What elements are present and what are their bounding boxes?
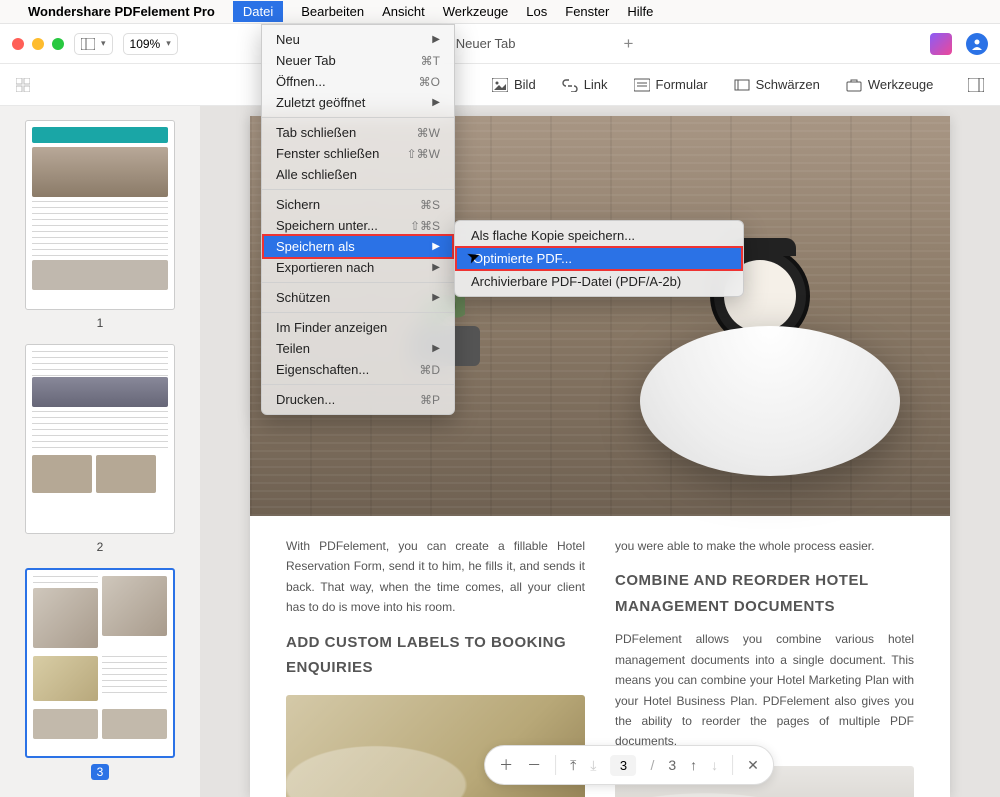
menu-zuletzt[interactable]: Zuletzt geöffnet▶ — [262, 92, 454, 113]
image-icon — [492, 78, 508, 92]
prev-page-button[interactable]: ↑ — [690, 757, 697, 773]
thumb-num-1: 1 — [97, 316, 104, 330]
add-tab-button[interactable]: + — [624, 34, 634, 54]
col1-heading: ADD CUSTOM LABELS TO BOOKING ENQUIRIES — [286, 630, 585, 681]
thumb-page-2 — [25, 344, 175, 534]
menu-tab-schliessen[interactable]: Tab schließen⌘W — [262, 122, 454, 143]
page-total: 3 — [668, 757, 676, 773]
chevron-down-icon: ▾ — [166, 38, 171, 49]
menu-werkzeuge[interactable]: Werkzeuge — [443, 4, 509, 19]
menu-exportieren[interactable]: Exportieren nach▶ — [262, 257, 454, 278]
tab-label: Neuer Tab — [456, 36, 516, 51]
grid-icon — [16, 78, 30, 92]
thumb-num-3: 3 — [91, 764, 110, 780]
menu-bearbeiten[interactable]: Bearbeiten — [301, 4, 364, 19]
tab-strip: Neuer Tab + — [448, 34, 920, 54]
thumb-2[interactable]: 2 — [25, 344, 175, 554]
page-input[interactable] — [610, 755, 636, 776]
file-menu-dropdown: Neu▶ Neuer Tab⌘T Öffnen...⌘O Zuletzt geö… — [261, 24, 455, 415]
page-sep: / — [650, 757, 654, 773]
app-icon[interactable] — [930, 33, 952, 55]
first-page-button[interactable]: ⤒ — [570, 757, 576, 774]
tool-bild[interactable]: Bild — [492, 77, 536, 92]
col2-p1: you were able to make the whole process … — [615, 536, 914, 556]
tool-schwaerzen[interactable]: Schwärzen — [734, 77, 820, 92]
thumb-3[interactable]: 3 — [25, 568, 175, 780]
menu-fenster-schliessen[interactable]: Fenster schließen⇧⌘W — [262, 143, 454, 164]
panel-right-icon — [968, 78, 984, 92]
menu-fenster[interactable]: Fenster — [565, 4, 609, 19]
minimize-window-icon[interactable] — [32, 38, 44, 50]
submenu-optimierte-pdf[interactable]: Optimierte PDF... — [455, 246, 743, 271]
submenu-flache-kopie[interactable]: Als flache Kopie speichern... — [455, 225, 743, 246]
tool-werkzeuge[interactable]: Werkzeuge — [846, 77, 934, 92]
close-nav-button[interactable]: ✕ — [747, 757, 759, 774]
zoom-selector[interactable]: 109% ▾ — [123, 33, 178, 55]
menu-eigenschaften[interactable]: Eigenschaften...⌘D — [262, 359, 454, 380]
grid-view-button[interactable] — [16, 78, 216, 92]
tab-neuer-tab[interactable]: Neuer Tab — [448, 36, 524, 51]
tool-link[interactable]: Link — [562, 77, 608, 92]
speichern-als-submenu: Als flache Kopie speichern... Optimierte… — [454, 220, 744, 297]
zoom-value: 109% — [130, 37, 161, 51]
menu-datei[interactable]: Datei — [233, 1, 283, 22]
menu-speichern-als[interactable]: Speichern als▶ — [262, 234, 454, 259]
menu-alle-schliessen[interactable]: Alle schließen — [262, 164, 454, 185]
thumb-1[interactable]: 1 — [25, 120, 175, 330]
panel-right-button[interactable] — [968, 78, 984, 92]
menu-schuetzen[interactable]: Schützen▶ — [262, 287, 454, 308]
thumb-page-1 — [25, 120, 175, 310]
menu-sichern[interactable]: Sichern⌘S — [262, 194, 454, 215]
menu-oeffnen[interactable]: Öffnen...⌘O — [262, 71, 454, 92]
chevron-down-icon: ▾ — [101, 38, 106, 49]
sidebar-toggle[interactable]: ▾ — [74, 33, 113, 55]
form-icon — [634, 78, 650, 92]
maximize-window-icon[interactable] — [52, 38, 64, 50]
menu-neuer-tab[interactable]: Neuer Tab⌘T — [262, 50, 454, 71]
close-window-icon[interactable] — [12, 38, 24, 50]
submenu-archivierbare[interactable]: Archivierbare PDF-Datei (PDF/A-2b) — [455, 271, 743, 292]
redact-icon — [734, 78, 750, 92]
col2-heading: COMBINE AND REORDER HOTEL MANAGEMENT DOC… — [615, 568, 914, 619]
next-page-button[interactable]: ↓ — [711, 757, 718, 773]
menu-neu[interactable]: Neu▶ — [262, 29, 454, 50]
toolbar: Bild Link Formular Schwärzen Werkzeuge — [0, 64, 1000, 106]
page-navigator: ＋ － ⤒ ⤓ / 3 ↑ ↓ ✕ — [484, 745, 774, 785]
menu-hilfe[interactable]: Hilfe — [627, 4, 653, 19]
col1-p1: With PDFelement, you can create a fillab… — [286, 536, 585, 618]
menu-speichern-unter[interactable]: Speichern unter...⇧⌘S — [262, 215, 454, 236]
thumb-num-2: 2 — [97, 540, 104, 554]
thumb-page-3 — [25, 568, 175, 758]
zoom-in-button[interactable]: ＋ — [499, 755, 513, 775]
last-page-button[interactable]: ⤓ — [590, 757, 596, 774]
person-icon — [971, 38, 983, 50]
link-icon — [562, 78, 578, 92]
thumbnail-sidebar: 1 2 3 — [0, 106, 200, 797]
tool-formular[interactable]: Formular — [634, 77, 708, 92]
window-controls — [12, 38, 64, 50]
mac-menubar: Wondershare PDFelement Pro Datei Bearbei… — [0, 0, 1000, 24]
toolbox-icon — [846, 78, 862, 92]
menu-ansicht[interactable]: Ansicht — [382, 4, 425, 19]
panel-icon — [81, 38, 95, 50]
app-name: Wondershare PDFelement Pro — [28, 4, 215, 19]
menu-finder[interactable]: Im Finder anzeigen — [262, 317, 454, 338]
menu-los[interactable]: Los — [526, 4, 547, 19]
menu-teilen[interactable]: Teilen▶ — [262, 338, 454, 359]
zoom-out-button[interactable]: － — [527, 755, 541, 775]
user-avatar[interactable] — [966, 33, 988, 55]
col2-p2: PDFelement allows you combine various ho… — [615, 629, 914, 751]
menu-drucken[interactable]: Drucken...⌘P — [262, 389, 454, 410]
titlebar: ▾ 109% ▾ Neuer Tab + — [0, 24, 1000, 64]
